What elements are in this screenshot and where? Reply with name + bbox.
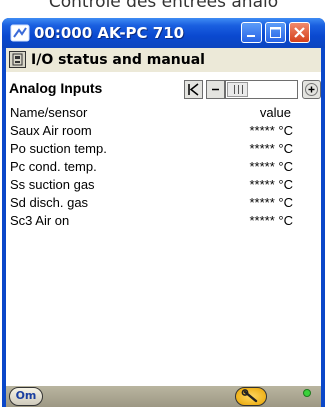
wrench-button[interactable] [235, 387, 267, 406]
page-caption: Contrôle des entrées analo [48, 0, 279, 12]
grip-line [242, 85, 243, 94]
sensor-name: Pc cond. temp. [10, 159, 97, 174]
prev-icon [212, 88, 219, 91]
table-row[interactable]: Sd disch. gas ***** °C [6, 194, 321, 212]
maximize-button[interactable] [265, 22, 286, 43]
menu-icon[interactable] [9, 51, 26, 68]
sensor-value: ***** °C [249, 177, 294, 192]
minimize-icon [247, 35, 255, 37]
nav-first-button[interactable] [184, 80, 203, 99]
grip-line [238, 85, 239, 94]
close-icon [294, 27, 305, 38]
column-header-value: value [259, 105, 291, 120]
table-header: Name/sensor value [6, 104, 321, 122]
sensor-table: Name/sensor value Saux Air room ***** °C… [6, 104, 321, 230]
status-led [303, 389, 311, 397]
wrench-icon [241, 389, 258, 403]
sensor-value: ***** °C [249, 123, 294, 138]
table-row[interactable]: Sc3 Air on ***** °C [6, 212, 321, 230]
column-header-name: Name/sensor [10, 105, 88, 120]
window-client-area: I/O status and manual Analog Inputs Name… [6, 48, 321, 407]
sensor-name: Sd disch. gas [10, 195, 89, 210]
sensor-name: Ss suction gas [10, 177, 95, 192]
table-row[interactable]: Pc cond. temp. ***** °C [6, 158, 321, 176]
menu-title: I/O status and manual [31, 52, 205, 68]
section-header: Analog Inputs [6, 72, 321, 104]
nav-next-button[interactable] [302, 80, 321, 99]
menu-bar: I/O status and manual [6, 48, 321, 72]
nav-prev-button[interactable] [206, 80, 225, 99]
sensor-value: ***** °C [249, 195, 294, 210]
device-icon [12, 53, 23, 66]
sensor-name: Sc3 Air on [10, 213, 70, 228]
sensor-name: Saux Air room [10, 123, 92, 138]
table-row[interactable]: Po suction temp. ***** °C [6, 140, 321, 158]
sensor-value: ***** °C [249, 141, 294, 156]
title-bar[interactable]: 00:000 AK-PC 710 [2, 18, 325, 48]
app-window: 00:000 AK-PC 710 I/O status and manual A… [2, 18, 325, 407]
minimize-button[interactable] [241, 22, 262, 43]
close-button[interactable] [289, 22, 310, 43]
sensor-name: Po suction temp. [10, 141, 107, 156]
app-icon [10, 24, 30, 42]
maximize-icon [270, 27, 281, 38]
bottom-toolbar: Om [6, 386, 321, 407]
sensor-value: ***** °C [249, 213, 294, 228]
sensor-value: ***** °C [249, 159, 294, 174]
table-row[interactable]: Saux Air room ***** °C [6, 122, 321, 140]
section-title: Analog Inputs [9, 80, 103, 96]
table-row[interactable]: Ss suction gas ***** °C [6, 176, 321, 194]
grip-line [234, 85, 235, 94]
om-button[interactable]: Om [9, 387, 43, 406]
window-title: 00:000 AK-PC 710 [34, 24, 185, 42]
nav-position-slider[interactable] [225, 80, 298, 99]
first-page-icon [188, 83, 199, 96]
next-icon [305, 83, 318, 96]
slider-thumb[interactable] [227, 82, 248, 97]
